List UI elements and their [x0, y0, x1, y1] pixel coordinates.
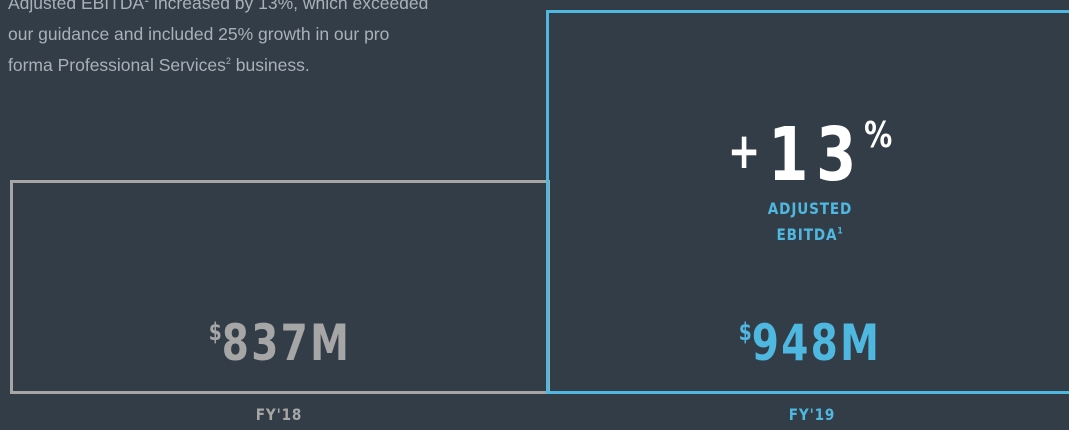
metric-label: ADJUSTED EBITDA1	[767, 199, 853, 244]
intro-text: Adjusted EBITDA1 increased by 13%, which…	[8, 0, 528, 81]
intro-line-3: forma Professional Services2 business.	[8, 55, 310, 75]
value-label-fy18: $837M	[208, 314, 352, 372]
intro-line-1: Adjusted EBITDA1 increased by 13%, which…	[8, 0, 429, 13]
category-label-fy18: FY'18	[255, 405, 303, 424]
intro-line-2: our guidance and included 25% growth in …	[8, 24, 390, 44]
growth-percentage: +13%	[727, 112, 893, 198]
value-label-fy19: $948M	[738, 314, 882, 372]
category-label-fy19: FY'19	[788, 405, 836, 424]
